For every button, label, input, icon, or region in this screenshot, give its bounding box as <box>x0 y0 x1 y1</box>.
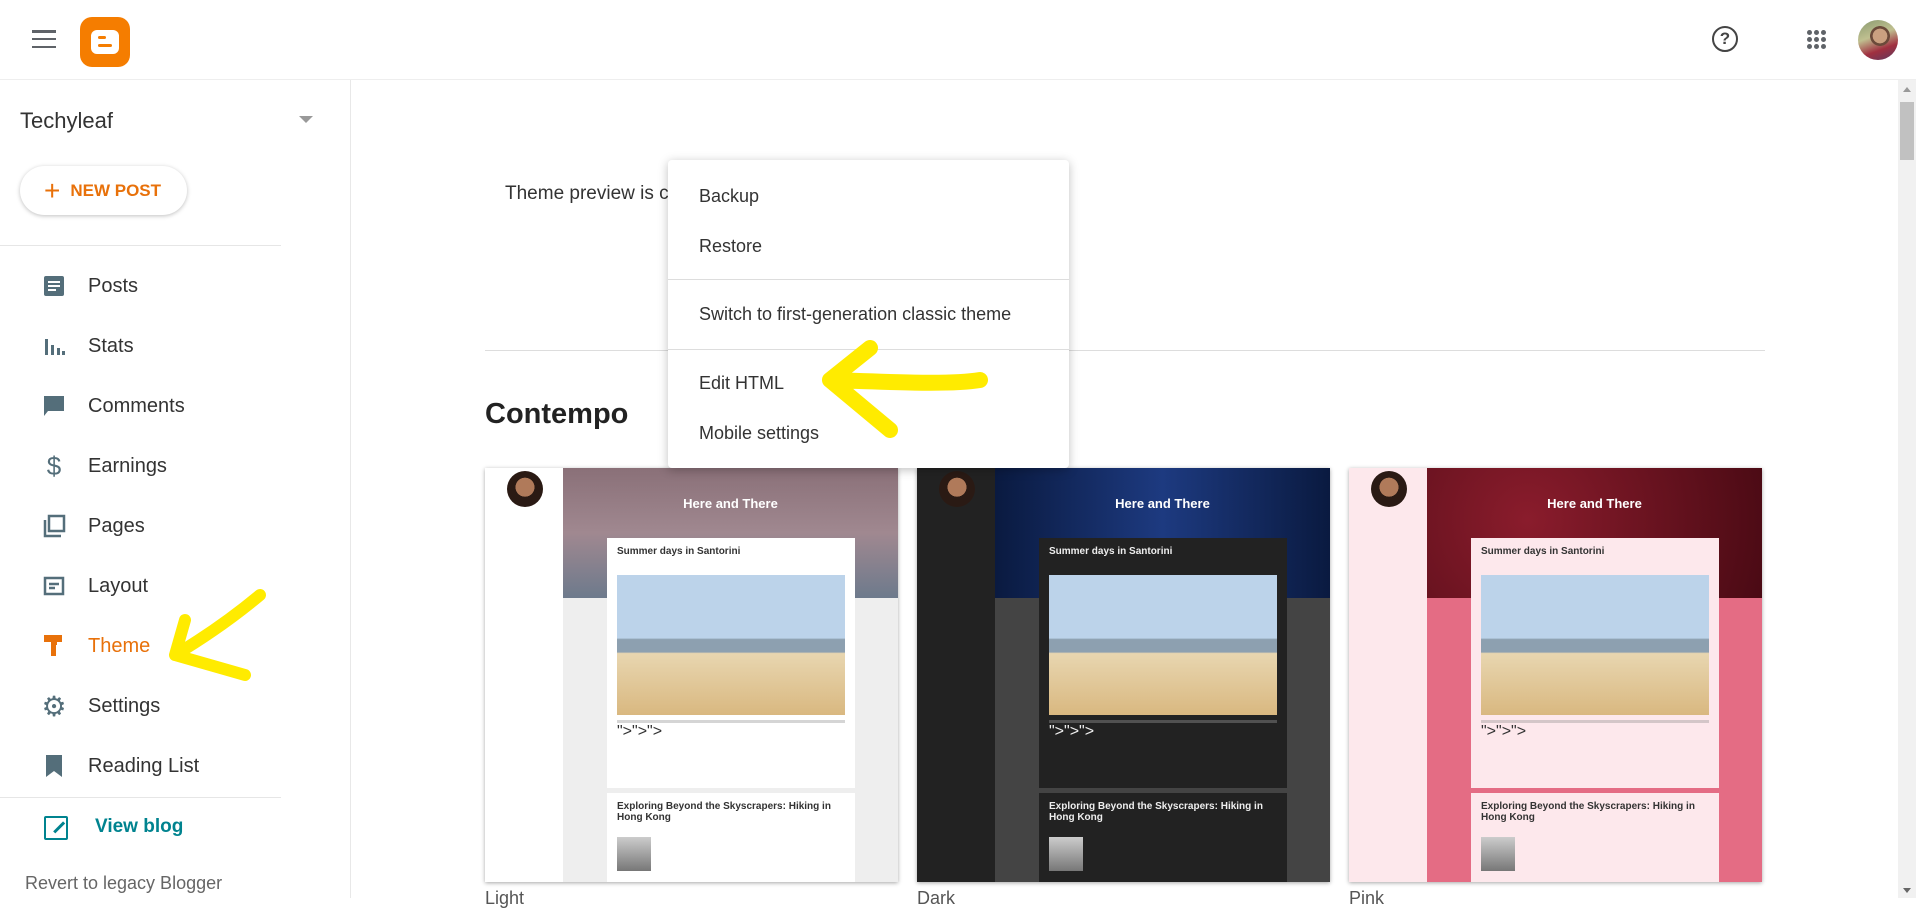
sidebar-item-pages[interactable]: Pages <box>0 501 351 551</box>
caret-down-icon[interactable] <box>299 116 313 123</box>
preview-post-title: Summer days in Santorini <box>1481 546 1605 557</box>
sidebar-item-label: Comments <box>88 394 185 417</box>
avatar[interactable] <box>1858 20 1898 60</box>
sidebar-item-label: Posts <box>88 274 139 297</box>
apps-grid-icon[interactable] <box>1807 30 1827 50</box>
new-post-label: NEW POST <box>70 180 162 200</box>
profile-photo <box>939 471 975 507</box>
sidebar-item-label: Pages <box>88 514 145 537</box>
theme-card-dark[interactable]: Here and There Summer days in Santorini ">… <box>917 468 1330 882</box>
theme-card-light[interactable]: Here and There Summer days in Santorini ">… <box>485 468 898 882</box>
preview-sidebar <box>917 468 995 882</box>
menu-item-restore[interactable]: Restore <box>668 224 1069 268</box>
sidebar-item-layout[interactable]: Layout <box>0 561 351 611</box>
preview-post: Summer days in Santorini ">">"> <box>1039 538 1287 788</box>
menu-divider <box>668 349 1069 350</box>
blog-selector[interactable]: Techyleaf <box>20 108 113 134</box>
menu-item-mobile-settings[interactable]: Mobile settings <box>668 411 1069 455</box>
profile-photo <box>507 471 543 507</box>
pages-icon <box>42 514 66 538</box>
preview-post-title: Summer days in Santorini <box>617 546 741 557</box>
menu-item-switch-classic[interactable]: Switch to first-generation classic theme <box>668 292 1069 336</box>
sidebar: Techyleaf + NEW POST Posts Stats Comments $ E… <box>0 80 351 898</box>
sidebar-item-stats[interactable]: Stats <box>0 321 351 371</box>
hamburger-icon[interactable] <box>32 30 56 48</box>
sidebar-item-label: Settings <box>88 694 161 717</box>
sidebar-item-posts[interactable]: Posts <box>0 261 351 311</box>
posts-icon <box>42 274 66 298</box>
gear-icon: ⚙ <box>41 690 67 722</box>
preview-blog-title: Here and There <box>683 496 778 511</box>
theme-roller-icon <box>42 634 66 658</box>
sidebar-item-label: Layout <box>88 574 149 597</box>
preview-post-title: Summer days in Santorini <box>1049 546 1173 557</box>
preview-sidebar <box>485 468 563 882</box>
theme-variant-label: Light <box>485 888 525 908</box>
preview-post: Exploring Beyond the Skyscrapers: Hiking… <box>1471 793 1719 882</box>
blogger-logo[interactable] <box>80 17 130 67</box>
sidebar-item-label: Reading List <box>88 754 200 777</box>
menu-item-edit-html[interactable]: Edit HTML <box>668 361 1069 405</box>
view-blog-link[interactable]: View blog <box>0 802 281 852</box>
sidebar-item-theme[interactable]: Theme <box>0 621 351 671</box>
sidebar-item-label: Earnings <box>88 454 167 477</box>
preview-thumbnail <box>1049 837 1083 871</box>
divider <box>0 797 281 798</box>
menu-item-backup[interactable]: Backup <box>668 174 1069 218</box>
sidebar-item-label: Theme <box>88 634 151 657</box>
sidebar-item-comments[interactable]: Comments <box>0 381 351 431</box>
preview-post-title: Exploring Beyond the Skyscrapers: Hiking… <box>617 801 831 823</box>
external-link-icon <box>44 816 68 840</box>
preview-blog-title: Here and There <box>1547 496 1642 511</box>
profile-photo <box>1371 471 1407 507</box>
preview-post: Summer days in Santorini ">">"> <box>607 538 855 788</box>
preview-post-title: Exploring Beyond the Skyscrapers: Hiking… <box>1049 801 1263 823</box>
scroll-up-icon[interactable] <box>1903 87 1911 92</box>
sidebar-item-reading-list[interactable]: Reading List <box>0 741 351 791</box>
dollar-icon: $ <box>46 450 62 481</box>
theme-variant-label: Dark <box>917 888 956 908</box>
preview-blog-title: Here and There <box>1115 496 1210 511</box>
theme-family-title: Contempo <box>485 398 629 430</box>
preview-thumbnail <box>1481 837 1515 871</box>
scrollbar-thumb[interactable] <box>1900 102 1914 160</box>
comments-icon <box>42 394 66 418</box>
theme-options-menu: Backup Restore Switch to first-generatio… <box>668 160 1069 468</box>
plus-icon: + <box>44 174 61 206</box>
preview-sidebar <box>1349 468 1427 882</box>
preview-post-title: Exploring Beyond the Skyscrapers: Hiking… <box>1481 801 1695 823</box>
preview-post-image <box>1481 575 1709 715</box>
preview-post: Summer days in Santorini ">">"> <box>1471 538 1719 788</box>
divider <box>0 245 281 246</box>
sidebar-item-settings[interactable]: ⚙ Settings <box>0 681 351 731</box>
preview-post-image <box>1049 575 1277 715</box>
preview-post: Exploring Beyond the Skyscrapers: Hiking… <box>607 793 855 882</box>
menu-divider <box>668 279 1069 280</box>
sidebar-item-label: Stats <box>88 334 134 357</box>
sidebar-item-earnings[interactable]: $ Earnings <box>0 441 351 491</box>
revert-legacy-link[interactable]: Revert to legacy Blogger <box>25 873 222 894</box>
scroll-down-icon[interactable] <box>1903 888 1911 893</box>
scrollbar[interactable] <box>1898 80 1916 898</box>
theme-variant-label: Pink <box>1349 888 1385 908</box>
bookmark-icon <box>42 754 66 778</box>
main-content: Theme preview is currently unavailable. … <box>352 80 1898 908</box>
new-post-button[interactable]: + NEW POST <box>20 166 187 215</box>
theme-card-pink[interactable]: Here and There Summer days in Santorini ">… <box>1349 468 1762 882</box>
layout-icon <box>42 574 66 598</box>
preview-post-image <box>617 575 845 715</box>
stats-icon <box>42 334 66 358</box>
top-bar: ? <box>0 0 1916 80</box>
preview-post: Exploring Beyond the Skyscrapers: Hiking… <box>1039 793 1287 882</box>
view-blog-label: View blog <box>95 816 184 837</box>
preview-thumbnail <box>617 837 651 871</box>
help-circle-icon[interactable]: ? <box>1712 26 1738 52</box>
